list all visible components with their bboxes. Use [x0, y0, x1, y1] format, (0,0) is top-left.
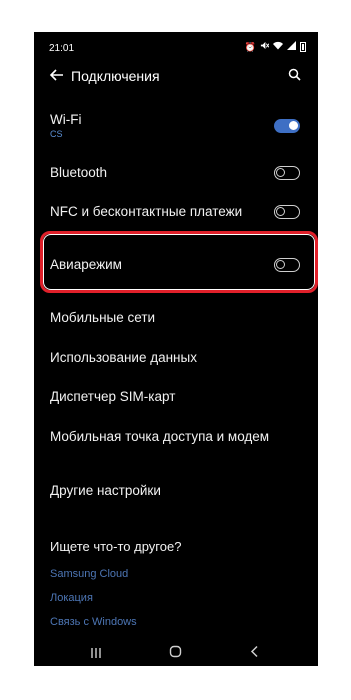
page-title: Подключения — [71, 68, 160, 84]
alarm-icon: ⏰ — [244, 41, 256, 52]
setting-wifi[interactable]: Wi-Fi CS — [34, 110, 318, 144]
setting-hotspot[interactable]: Мобильная точка доступа и модем — [34, 427, 318, 451]
navigation-bar — [34, 638, 318, 666]
wifi-toggle[interactable] — [274, 119, 300, 133]
setting-label: Мобильные сети — [50, 310, 156, 325]
suggestion-link[interactable]: Samsung Cloud — [50, 568, 128, 580]
setting-airplane-mode[interactable]: Авиарежим — [34, 255, 318, 279]
suggestion-link[interactable]: Локация — [50, 592, 93, 604]
setting-label: Использование данных — [50, 350, 197, 365]
nfc-toggle[interactable] — [274, 205, 300, 219]
airplane-mode-toggle[interactable] — [274, 258, 300, 272]
bluetooth-toggle[interactable] — [274, 166, 300, 180]
battery-icon — [300, 41, 306, 52]
setting-nfc[interactable]: NFC и бесконтактные платежи — [34, 202, 318, 226]
status-time: 21:01 — [49, 43, 75, 54]
suggestions-title: Ищете что-то другое? — [50, 539, 182, 554]
setting-label: Мобильная точка доступа и модем — [50, 429, 270, 444]
setting-label: Bluetooth — [50, 165, 108, 180]
setting-mobile-networks[interactable]: Мобильные сети — [34, 308, 318, 332]
home-icon[interactable] — [169, 645, 182, 658]
status-icons: ⏰ — [245, 41, 306, 52]
setting-label: Диспетчер SIM-карт — [50, 389, 176, 404]
wifi-network-name: CS — [50, 129, 63, 139]
back-icon[interactable] — [249, 645, 261, 658]
suggestion-link[interactable]: Связь с Windows — [50, 616, 137, 628]
setting-label: Другие настройки — [50, 483, 161, 498]
app-header: Подключения — [34, 62, 318, 92]
back-arrow-icon[interactable] — [48, 66, 66, 84]
setting-label: Авиарежим — [50, 257, 122, 272]
status-bar: 21:01 ⏰ — [34, 32, 318, 62]
wifi-icon — [273, 41, 283, 52]
setting-label: Wi-Fi — [50, 112, 82, 127]
mute-icon — [260, 41, 270, 52]
setting-label: NFC и бесконтактные платежи — [50, 204, 243, 219]
phone-screen: 21:01 ⏰ Подключения Wi-Fi CS Bluetooth N… — [34, 32, 318, 666]
setting-other[interactable]: Другие настройки — [34, 481, 318, 505]
setting-data-usage[interactable]: Использование данных — [34, 348, 318, 372]
setting-bluetooth[interactable]: Bluetooth — [34, 163, 318, 187]
signal-icon — [287, 41, 296, 52]
recent-apps-icon[interactable] — [90, 646, 102, 658]
search-icon[interactable] — [286, 66, 304, 84]
setting-sim-manager[interactable]: Диспетчер SIM-карт — [34, 387, 318, 411]
